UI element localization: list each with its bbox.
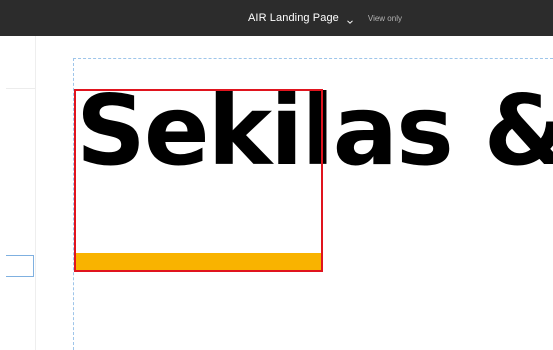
file-title-group[interactable]: AIR Landing Page View only [248, 0, 402, 36]
chevron-down-icon[interactable] [346, 13, 354, 24]
top-toolbar: AIR Landing Page View only [0, 0, 553, 36]
file-title[interactable]: AIR Landing Page [248, 12, 339, 24]
view-only-label: View only [367, 13, 402, 23]
neighbor-frame-selection[interactable] [6, 255, 34, 277]
selected-layer-outline[interactable] [74, 89, 323, 272]
frame-boundary-top [73, 58, 553, 59]
neighbor-frame[interactable] [6, 36, 36, 350]
neighbor-frame-divider [6, 88, 35, 89]
